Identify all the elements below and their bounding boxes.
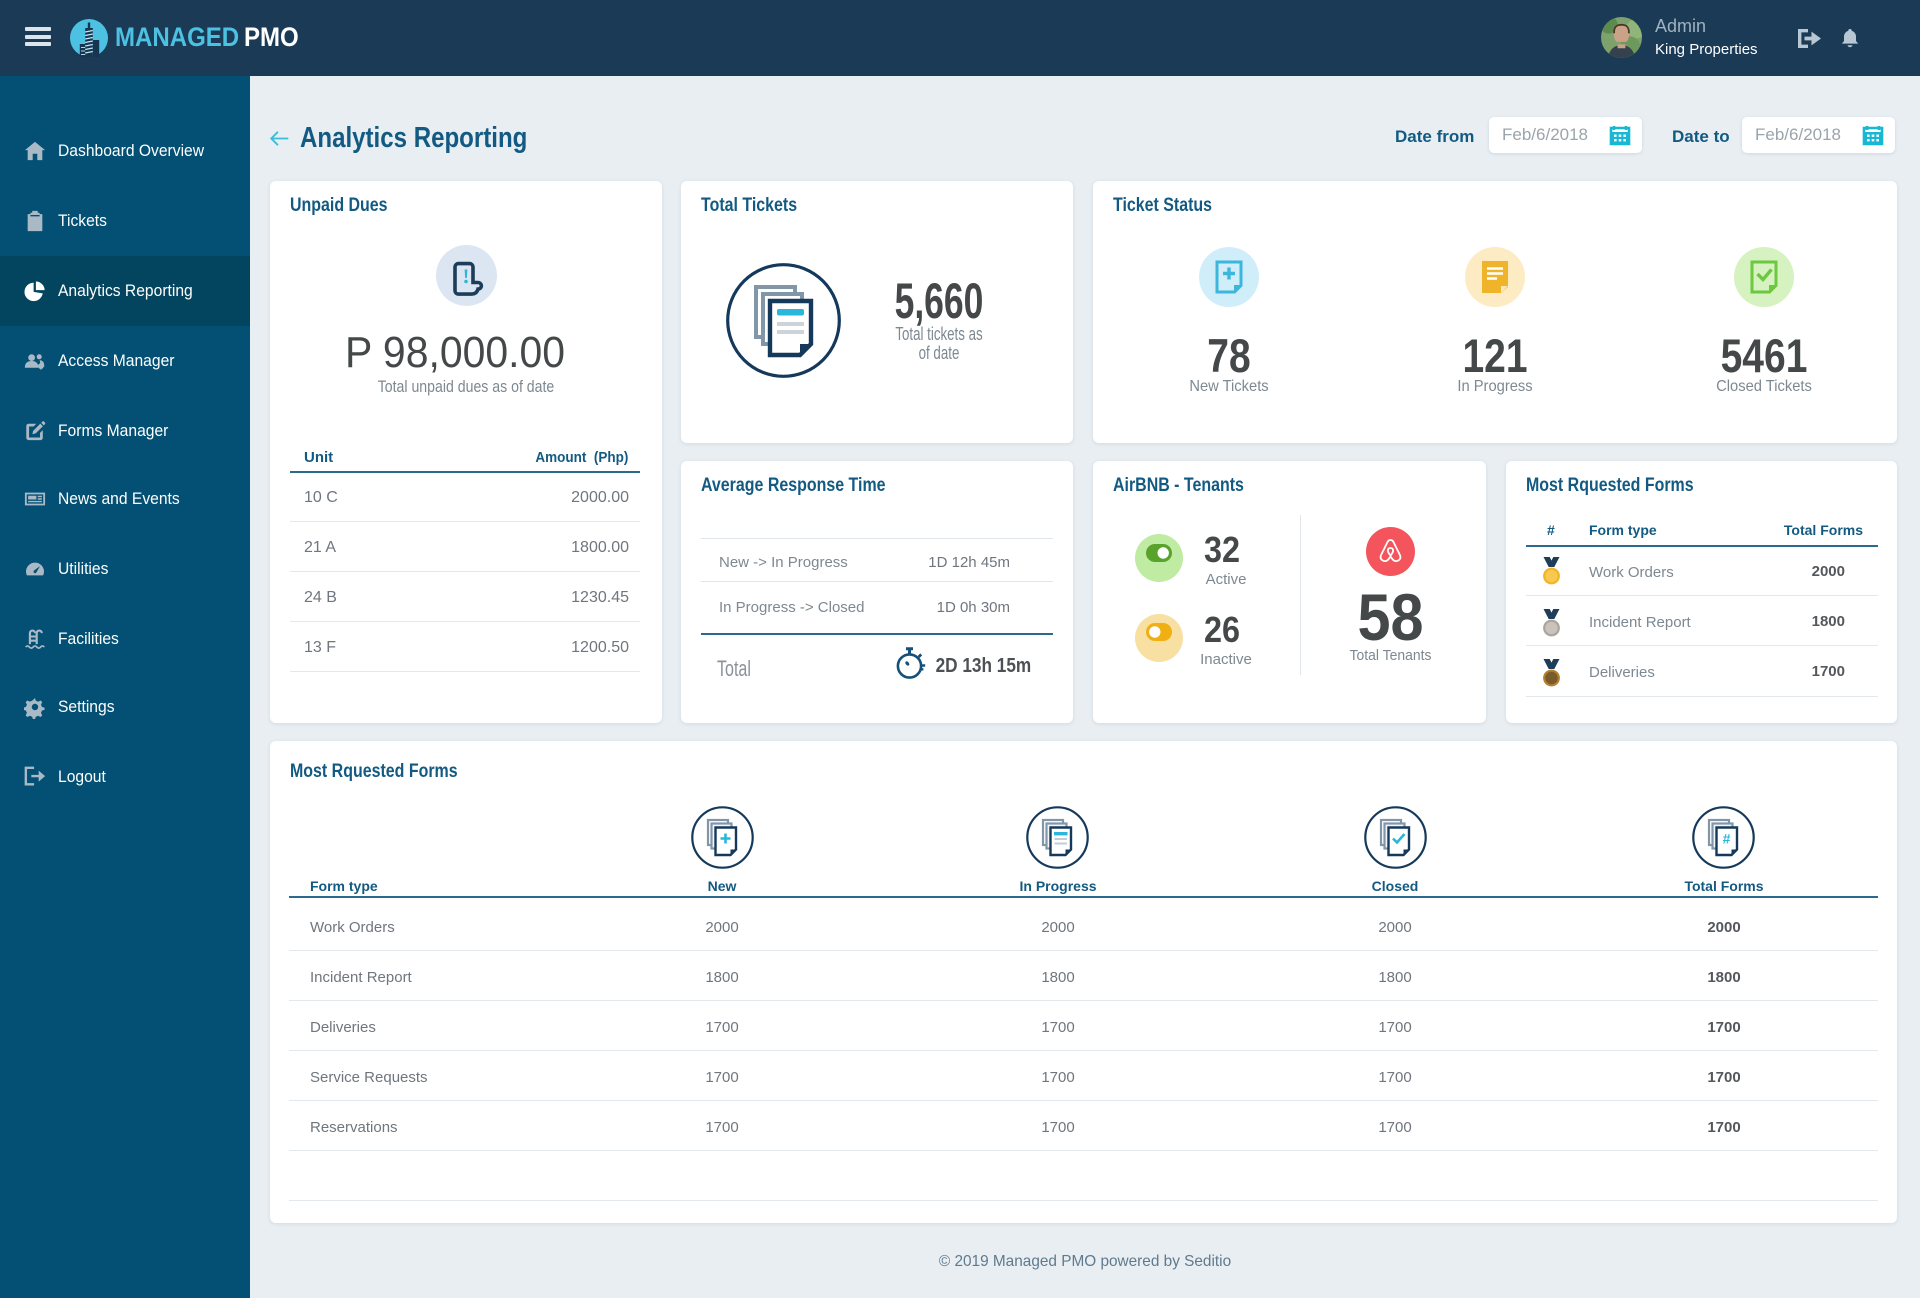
svg-text:#: # [1723,831,1731,847]
